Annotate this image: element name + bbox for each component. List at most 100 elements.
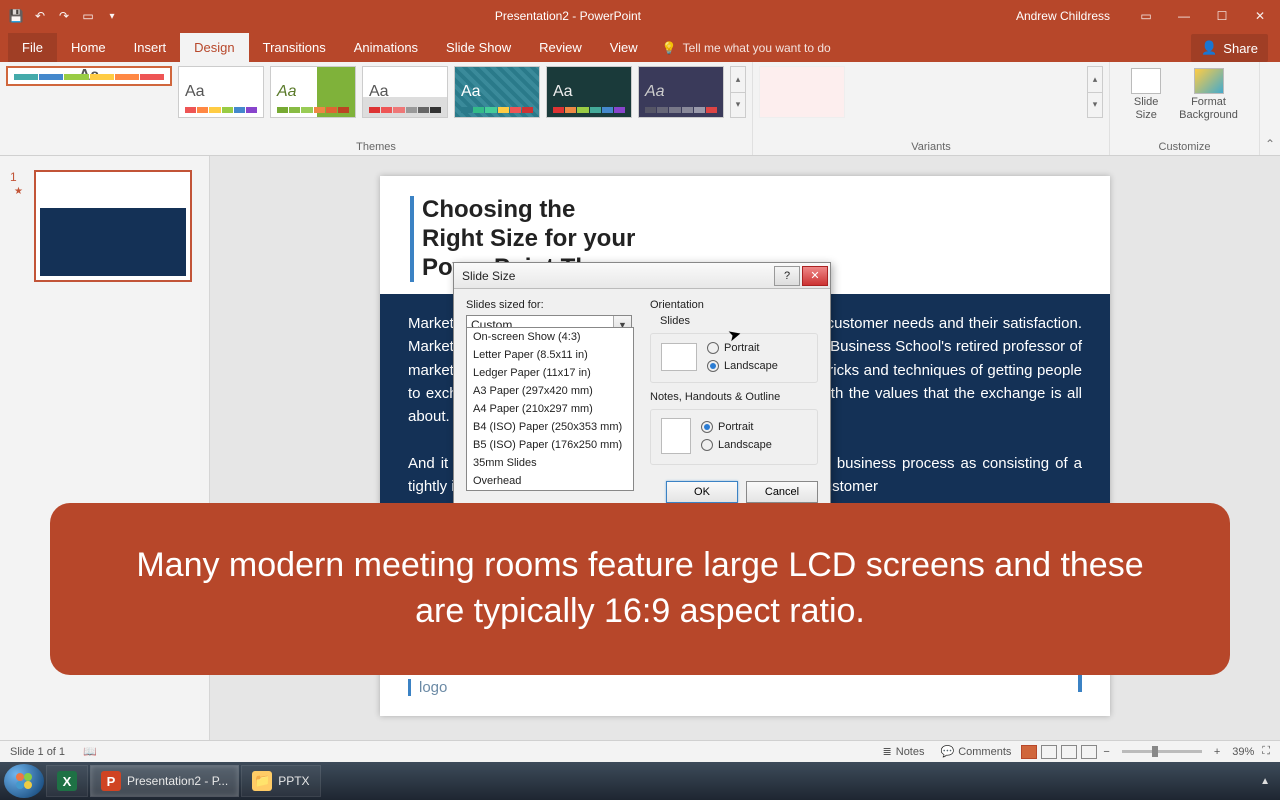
slide-size-dialog: Slide Size ? ✕ Slides sized for: Custom … [453, 262, 831, 516]
notes-portrait-radio[interactable]: Portrait [701, 421, 772, 433]
radio-label: Landscape [718, 439, 772, 451]
format-background-label: Format Background [1179, 96, 1238, 122]
show-hidden-icons[interactable]: ▲ [1250, 776, 1280, 787]
zoom-thumb[interactable] [1152, 746, 1158, 757]
size-option[interactable]: Overhead [467, 472, 633, 490]
minimize-icon[interactable]: — [1172, 9, 1196, 23]
taskbar-powerpoint[interactable]: PPresentation2 - P... [90, 765, 239, 797]
tab-insert[interactable]: Insert [120, 33, 181, 62]
slide-size-icon [1131, 68, 1161, 94]
slide-thumbnail-1[interactable] [34, 170, 192, 282]
zoom-slider[interactable] [1122, 750, 1202, 753]
notes-button[interactable]: ≣ Notes [875, 745, 933, 758]
size-option[interactable]: B5 (ISO) Paper (176x250 mm) [467, 436, 633, 454]
undo-icon[interactable]: ↶ [32, 8, 48, 24]
qat-more-icon[interactable]: ▾ [104, 8, 120, 24]
tell-me-label: Tell me what you want to do [683, 41, 831, 55]
normal-view-icon[interactable] [1021, 745, 1037, 759]
cancel-button[interactable]: Cancel [746, 481, 818, 503]
slides-orientation-icon [661, 343, 697, 371]
theme-thumb-2[interactable]: Aa [178, 66, 264, 118]
taskbar: X PPresentation2 - P... 📁PPTX ▲ [0, 762, 1280, 800]
size-option[interactable]: On-screen Show (4:3) [467, 328, 633, 346]
start-button[interactable] [4, 764, 44, 798]
comments-button[interactable]: 💬 Comments [933, 745, 1020, 758]
variant-thumb-1[interactable] [759, 66, 845, 118]
group-customize: Slide Size Format Background Customize [1110, 62, 1260, 155]
titlebar: 💾 ↶ ↷ ▭ ▾ Presentation2 - PowerPoint And… [0, 0, 1280, 32]
theme-thumb-1[interactable]: Aa [6, 66, 172, 86]
reading-view-icon[interactable] [1061, 745, 1077, 759]
dialog-help-icon[interactable]: ? [774, 266, 800, 286]
logo-placeholder[interactable]: logo [408, 679, 447, 696]
theme-thumb-7[interactable]: Aa [638, 66, 724, 118]
size-option[interactable]: Ledger Paper (11x17 in) [467, 364, 633, 382]
ribbon: Aa Aa Aa Aa Aa Aa Aa ▴▾ Themes ▴▾ Varian… [0, 62, 1280, 156]
tell-me[interactable]: 💡 Tell me what you want to do [662, 34, 831, 62]
size-option[interactable]: Letter Paper (8.5x11 in) [467, 346, 633, 364]
taskbar-explorer[interactable]: 📁PPTX [241, 765, 320, 797]
slides-portrait-radio[interactable]: Portrait [707, 342, 778, 354]
slides-landscape-radio[interactable]: Landscape [707, 360, 778, 372]
tab-animations[interactable]: Animations [340, 33, 432, 62]
format-background-button[interactable]: Format Background [1173, 66, 1244, 124]
redo-icon[interactable]: ↷ [56, 8, 72, 24]
notes-orientation-icon [661, 418, 691, 454]
group-themes: Aa Aa Aa Aa Aa Aa Aa ▴▾ Themes [0, 62, 753, 155]
theme-thumb-4[interactable]: Aa [362, 66, 448, 118]
share-icon: 👤 [1201, 40, 1217, 56]
tab-slideshow[interactable]: Slide Show [432, 33, 525, 62]
size-option[interactable]: A3 Paper (297x420 mm) [467, 382, 633, 400]
fit-to-window-icon[interactable]: ⛶ [1262, 745, 1270, 758]
signed-in-user[interactable]: Andrew Childress [1016, 9, 1110, 23]
window-title: Presentation2 - PowerPoint [120, 9, 1016, 23]
share-button[interactable]: 👤 Share [1191, 34, 1268, 62]
spellcheck-icon[interactable]: 📖 [75, 745, 105, 758]
group-variants-label: Variants [759, 141, 1103, 155]
windows-logo-icon [13, 770, 35, 792]
maximize-icon[interactable]: ☐ [1210, 9, 1234, 23]
radio-label: Portrait [724, 342, 759, 354]
themes-more[interactable]: ▴▾ [730, 66, 746, 118]
slide-number: 1 [10, 170, 17, 184]
close-window-icon[interactable]: ✕ [1248, 9, 1272, 23]
notes-orientation-label: Notes, Handouts & Outline [650, 391, 818, 403]
tab-review[interactable]: Review [525, 33, 596, 62]
tab-view[interactable]: View [596, 33, 652, 62]
theme-thumb-5[interactable]: Aa [454, 66, 540, 118]
tab-home[interactable]: Home [57, 33, 120, 62]
zoom-value[interactable]: 39% [1232, 746, 1254, 758]
format-background-icon [1194, 68, 1224, 94]
dialog-close-icon[interactable]: ✕ [802, 266, 828, 286]
tab-design[interactable]: Design [180, 33, 248, 62]
slides-orientation-label: Slides [660, 315, 818, 327]
taskbar-ppt-label: Presentation2 - P... [127, 774, 228, 788]
taskbar-excel[interactable]: X [46, 765, 88, 797]
theme-thumb-3[interactable]: Aa [270, 66, 356, 118]
notes-landscape-radio[interactable]: Landscape [701, 439, 772, 451]
save-icon[interactable]: 💾 [8, 8, 24, 24]
status-bar: Slide 1 of 1 📖 ≣ Notes 💬 Comments − + 39… [0, 740, 1280, 762]
slide-size-button[interactable]: Slide Size [1125, 66, 1167, 124]
zoom-out-icon[interactable]: − [1099, 746, 1113, 758]
variants-more[interactable]: ▴▾ [1087, 66, 1103, 118]
orientation-label: Orientation [650, 299, 818, 311]
status-slide: Slide 1 of 1 [10, 746, 65, 758]
collapse-ribbon-icon[interactable]: ⌃ [1260, 62, 1280, 155]
ribbon-tabs: File Home Insert Design Transitions Anim… [0, 32, 1280, 62]
group-themes-label: Themes [6, 141, 746, 155]
start-from-beginning-icon[interactable]: ▭ [80, 8, 96, 24]
ribbon-display-icon[interactable]: ▭ [1134, 9, 1158, 23]
zoom-in-icon[interactable]: + [1210, 746, 1224, 758]
theme-thumb-6[interactable]: Aa [546, 66, 632, 118]
size-option[interactable]: 35mm Slides [467, 454, 633, 472]
tab-transitions[interactable]: Transitions [249, 33, 340, 62]
size-option[interactable]: A4 Paper (210x297 mm) [467, 400, 633, 418]
size-option[interactable]: B4 (ISO) Paper (250x353 mm) [467, 418, 633, 436]
slide-sorter-view-icon[interactable] [1041, 745, 1057, 759]
tab-file[interactable]: File [8, 33, 57, 62]
taskbar-folder-label: PPTX [278, 774, 309, 788]
slideshow-view-icon[interactable] [1081, 745, 1097, 759]
dialog-titlebar: Slide Size ? ✕ [454, 263, 830, 289]
ok-button[interactable]: OK [666, 481, 738, 503]
